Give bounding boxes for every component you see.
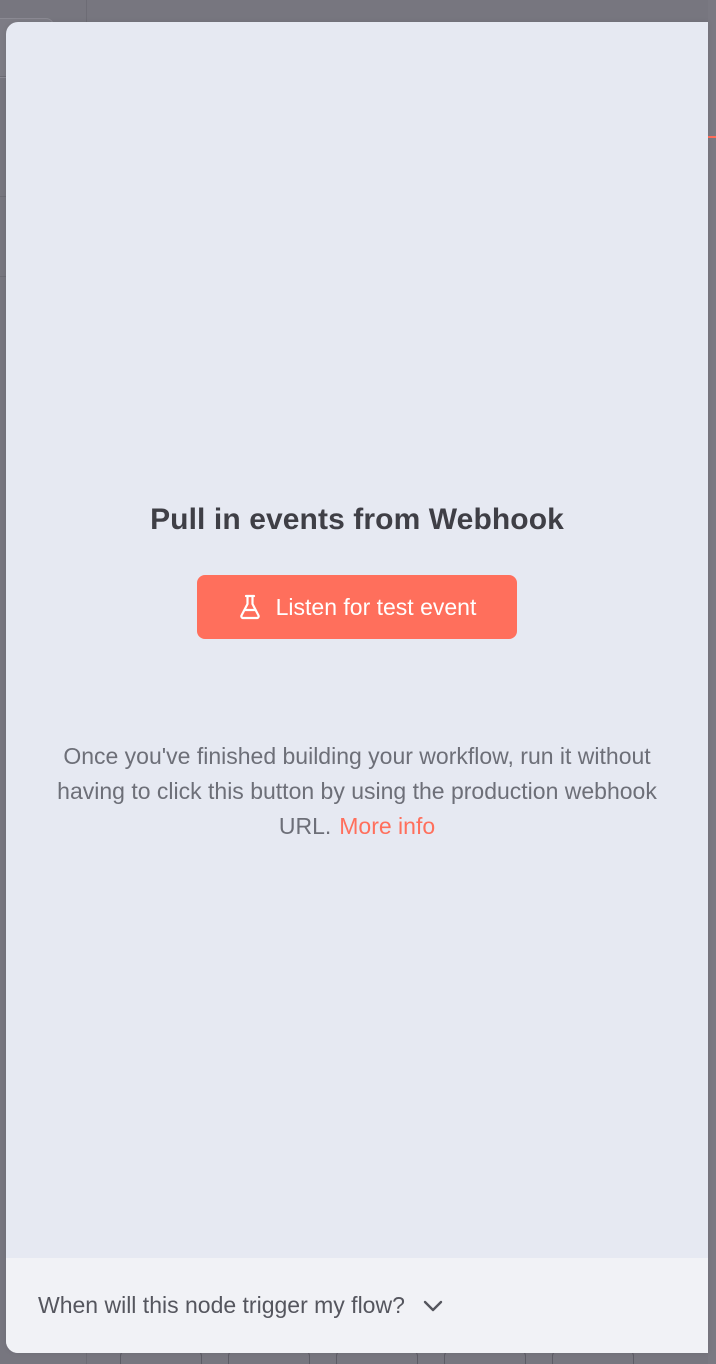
flask-icon: [239, 594, 260, 620]
listen-button-label: Listen for test event: [275, 593, 477, 620]
trigger-info-accordion: When will this node trigger my flow?: [6, 1258, 708, 1353]
node-output-panel: Pull in events from Webhook Listen for t…: [6, 22, 708, 1353]
production-url-hint: Once you've finished building your workf…: [57, 739, 657, 844]
canvas-accent-mark: [708, 136, 716, 138]
trigger-info-toggle[interactable]: When will this node trigger my flow?: [38, 1292, 443, 1319]
canvas-right-edge: [708, 0, 716, 1364]
listen-for-test-event-button[interactable]: Listen for test event: [197, 575, 517, 639]
empty-state: Pull in events from Webhook Listen for t…: [6, 22, 708, 1258]
more-info-link[interactable]: More info: [339, 813, 435, 839]
empty-state-title: Pull in events from Webhook: [150, 503, 564, 536]
trigger-info-label: When will this node trigger my flow?: [38, 1292, 405, 1318]
chevron-down-icon: [423, 1300, 443, 1311]
